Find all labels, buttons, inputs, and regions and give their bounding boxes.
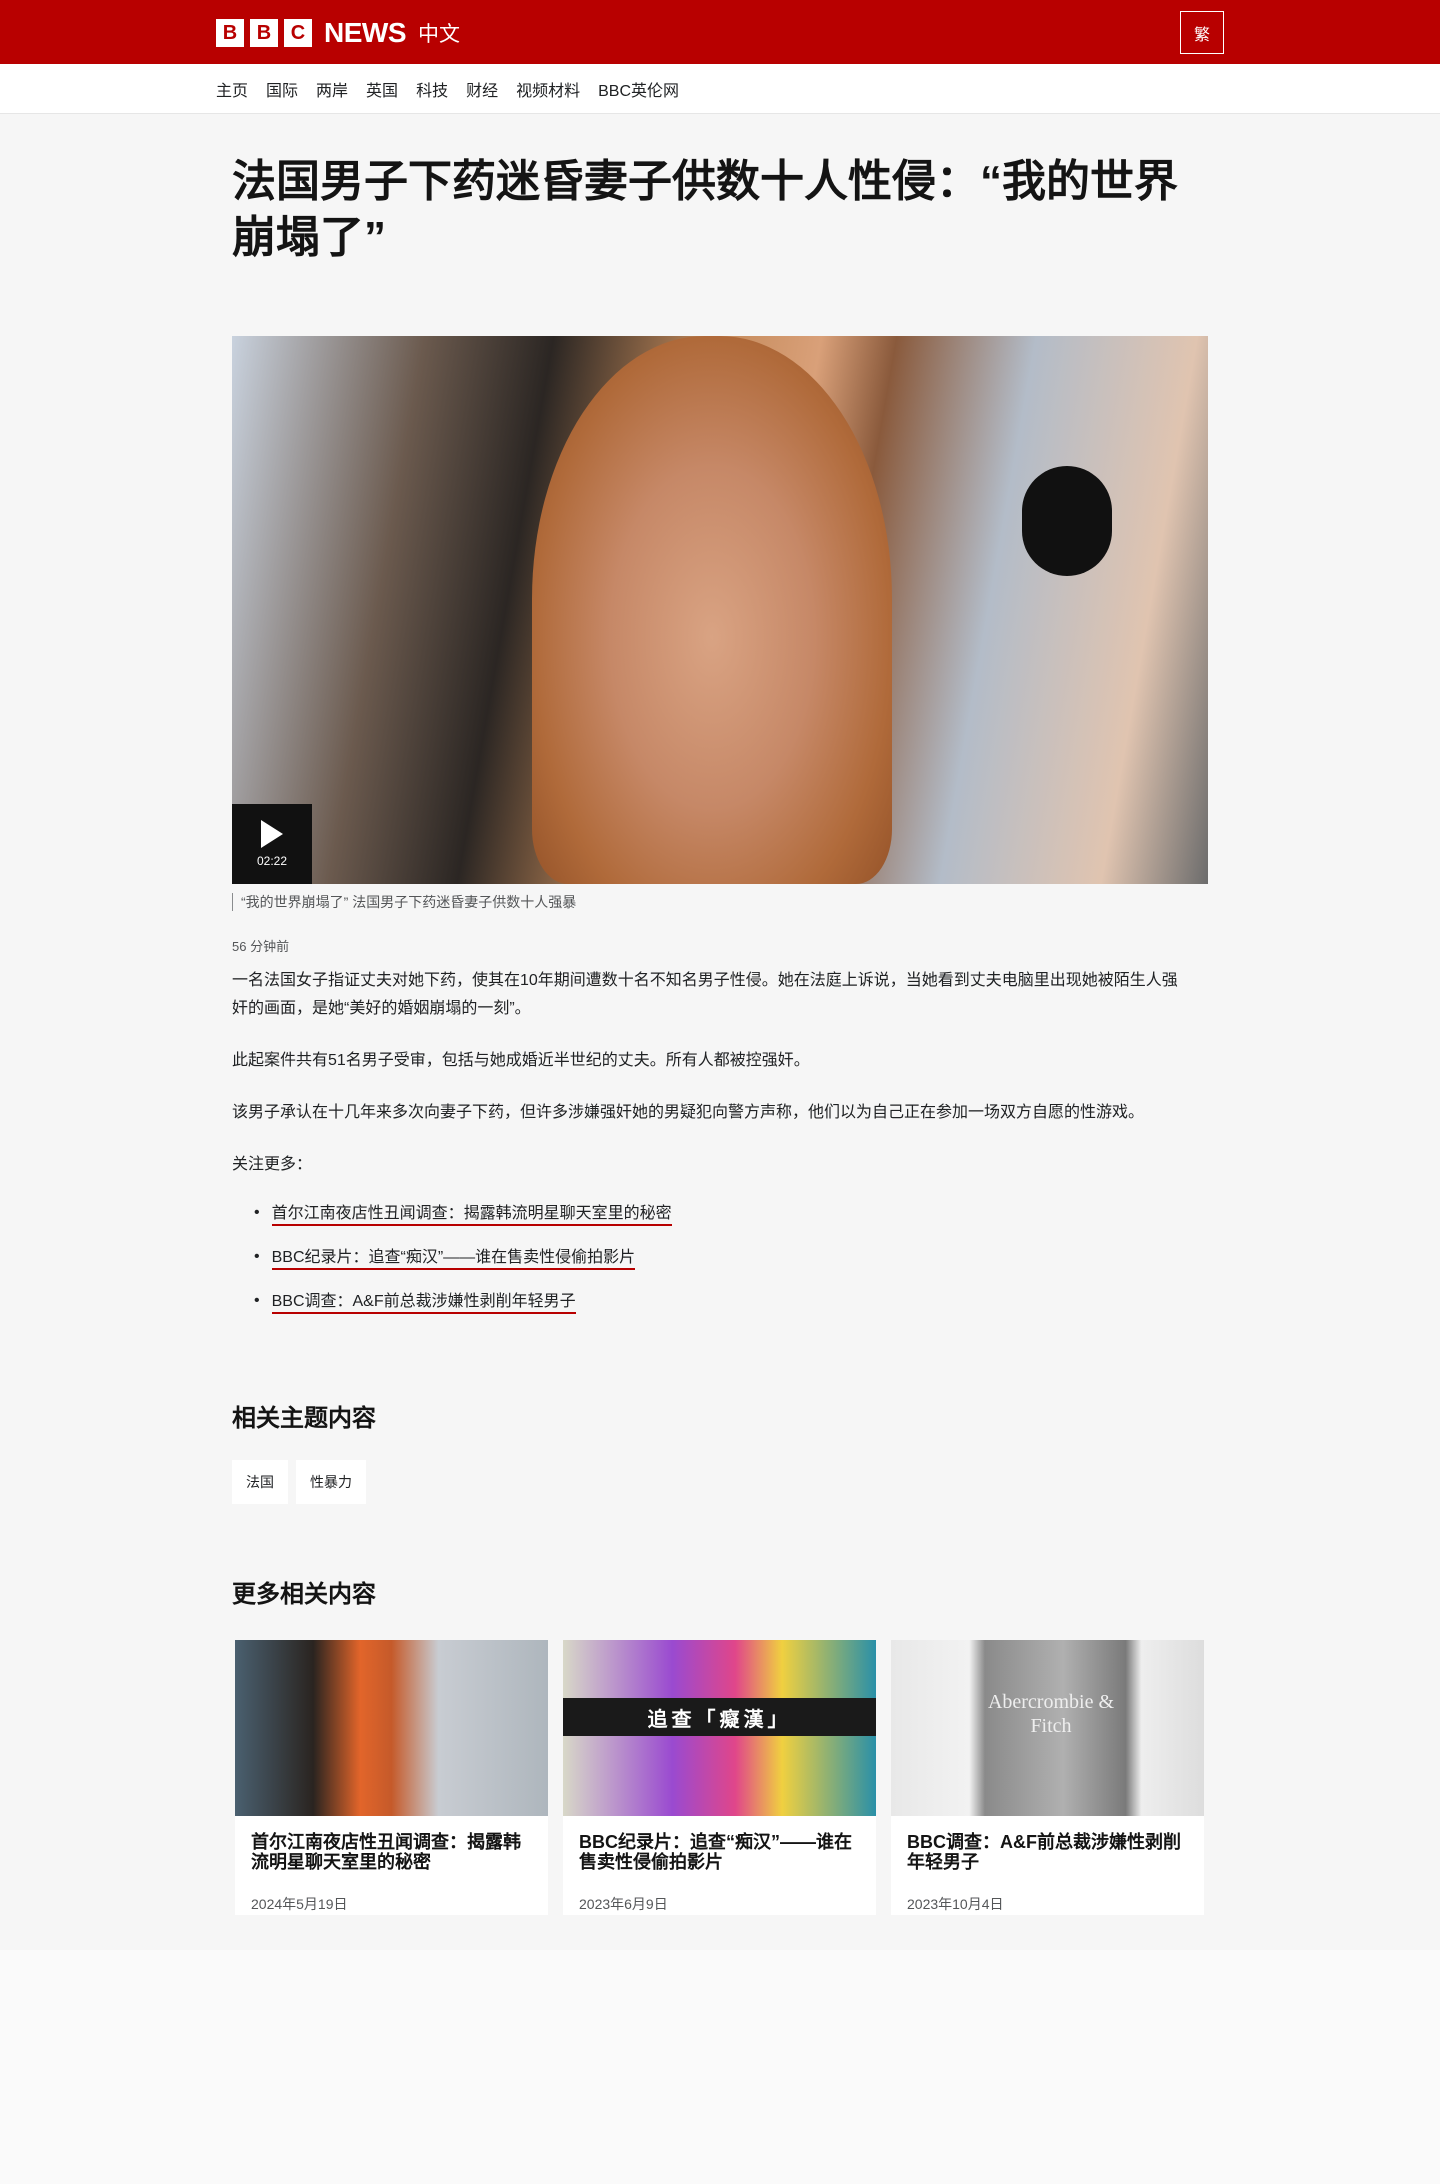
nav-tech[interactable]: 科技 — [416, 77, 448, 101]
article-main: 法国男子下药迷昏妻子供数十人性侵：“我的世界崩塌了” 02:22 “我的世界崩塌… — [0, 114, 1440, 1950]
bbc-news-logo[interactable]: B B C NEWS 中文 — [216, 17, 460, 49]
video-thumbnail — [532, 336, 892, 884]
card-image-text: Abercrombie & Fitch — [987, 1691, 1115, 1737]
story-card[interactable]: 追查「癡漢」 BBC纪录片：追查“痴汉”——谁在售卖性侵偷拍影片 2023年6月… — [563, 1640, 876, 1915]
list-item: BBC调查：A&F前总裁涉嫌性剥削年轻男子 — [254, 1292, 672, 1336]
card-image — [235, 1640, 548, 1816]
nav-uk[interactable]: 英国 — [366, 77, 398, 101]
main-nav: 主页 国际 两岸 英国 科技 财经 视频材料 BBC英伦网 — [0, 64, 1440, 114]
card-title: BBC纪录片：追查“痴汉”——谁在售卖性侵偷拍影片 — [579, 1832, 852, 1872]
related-links-list: 首尔江南夜店性丑闻调查：揭露韩流明星聊天室里的秘密 BBC纪录片：追查“痴汉”—… — [254, 1204, 672, 1336]
card-image-text: 追查「癡漢」 — [563, 1698, 876, 1736]
story-card[interactable]: 首尔江南夜店性丑闻调查：揭露韩流明星聊天室里的秘密 2024年5月19日 — [235, 1640, 548, 1915]
nav-cross-strait[interactable]: 两岸 — [316, 77, 348, 101]
card-date: 2023年10月4日 — [907, 1896, 1004, 1912]
card-title: BBC调查：A&F前总裁涉嫌性剥削年轻男子 — [907, 1832, 1181, 1872]
related-link[interactable]: 首尔江南夜店性丑闻调查：揭露韩流明星聊天室里的秘密 — [271, 1204, 672, 1226]
story-card[interactable]: Abercrombie & Fitch BBC调查：A&F前总裁涉嫌性剥削年轻男… — [891, 1640, 1204, 1915]
video-player[interactable]: 02:22 — [232, 336, 1208, 884]
related-link[interactable]: BBC纪录片：追查“痴汉”——谁在售卖性侵偷拍影片 — [271, 1248, 636, 1270]
traditional-chinese-button[interactable]: 繁 — [1180, 11, 1224, 54]
card-title: 首尔江南夜店性丑闻调查：揭露韩流明星聊天室里的秘密 — [251, 1832, 521, 1872]
video-caption: “我的世界崩塌了” 法国男子下药迷昏妻子供数十人强暴 — [232, 893, 576, 911]
publish-time: 56 分钟前 — [232, 939, 290, 954]
card-image: Abercrombie & Fitch — [891, 1640, 1204, 1816]
topic-tags: 法国 性暴力 — [232, 1460, 366, 1504]
card-image: 追查「癡漢」 — [563, 1640, 876, 1816]
related-heading: 更多相关内容 — [232, 1581, 376, 1608]
related-link[interactable]: BBC调查：A&F前总裁涉嫌性剥削年轻男子 — [271, 1292, 576, 1314]
article-title: 法国男子下药迷昏妻子供数十人性侵：“我的世界崩塌了” — [232, 157, 1178, 262]
logo-lang: 中文 — [418, 23, 460, 46]
play-icon — [261, 820, 283, 848]
list-item: 首尔江南夜店性丑闻调查：揭露韩流明星聊天室里的秘密 — [254, 1204, 672, 1248]
microphone-image — [1022, 466, 1112, 576]
logo-b2: B — [250, 19, 278, 47]
list-item: BBC纪录片：追查“痴汉”——谁在售卖性侵偷拍影片 — [254, 1248, 672, 1292]
paragraph: 一名法国女子指证丈夫对她下药，使其在10年期间遭数十名不知名男子性侵。她在法庭上… — [232, 972, 1178, 1017]
tag-sexual-violence[interactable]: 性暴力 — [296, 1460, 366, 1504]
site-header: B B C NEWS 中文 繁 — [0, 0, 1440, 64]
nav-home[interactable]: 主页 — [216, 77, 248, 101]
logo-news: NEWS — [324, 17, 407, 48]
video-duration: 02:22 — [256, 854, 288, 868]
play-button[interactable]: 02:22 — [232, 804, 312, 884]
nav-video[interactable]: 视频材料 — [516, 77, 580, 101]
topics-heading: 相关主题内容 — [232, 1405, 376, 1432]
paragraph: 此起案件共有51名男子受审，包括与她成婚近半世纪的丈夫。所有人都被控强奸。 — [232, 1052, 810, 1069]
card-date: 2023年6月9日 — [579, 1896, 668, 1912]
nav-business[interactable]: 财经 — [466, 77, 498, 101]
nav-bbc-uk-china[interactable]: BBC英伦网 — [598, 77, 679, 101]
nav-world[interactable]: 国际 — [266, 77, 298, 101]
logo-c: C — [284, 19, 312, 47]
related-cards: 首尔江南夜店性丑闻调查：揭露韩流明星聊天室里的秘密 2024年5月19日 追查「… — [235, 1640, 1204, 1915]
paragraph: 该男子承认在十几年来多次向妻子下药，但许多涉嫌强奸她的男疑犯向警方声称，他们以为… — [232, 1104, 1145, 1121]
logo-b1: B — [216, 19, 244, 47]
card-date: 2024年5月19日 — [251, 1896, 348, 1912]
paragraph: 关注更多： — [232, 1156, 313, 1173]
tag-france[interactable]: 法国 — [232, 1460, 288, 1504]
